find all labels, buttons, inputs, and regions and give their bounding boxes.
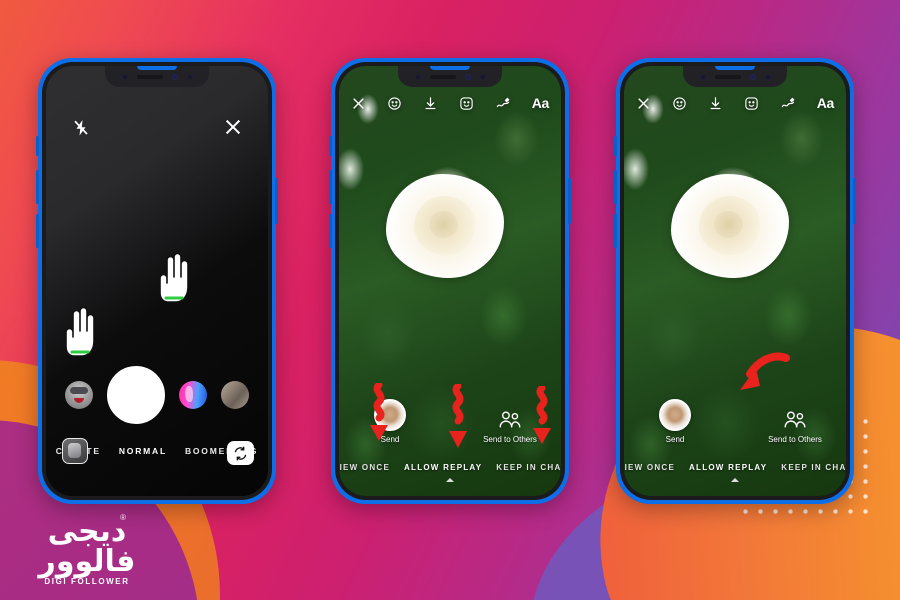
camera-filter-carousel (46, 366, 268, 424)
editor-toolbar: Aa (339, 90, 561, 116)
sensor-icon (699, 73, 706, 80)
speaker-icon (714, 74, 741, 79)
phone-power-button (853, 178, 856, 224)
phone-power-button (275, 178, 278, 224)
close-icon[interactable] (224, 118, 242, 136)
phone-volume-down-button (36, 214, 39, 248)
phone-volume-up-button (36, 170, 39, 204)
close-icon[interactable] (636, 96, 651, 111)
front-camera-icon (749, 73, 756, 80)
sticker-smiley-icon[interactable] (387, 96, 402, 111)
phone-volume-down-button (614, 214, 617, 248)
draw-icon[interactable] (780, 96, 796, 111)
white-rose-flower (385, 173, 504, 278)
watermark-brand-en: DIGI FOLLOWER (44, 577, 130, 586)
phone-power-button (568, 178, 571, 224)
camera-mode-normal[interactable]: NORMAL (110, 446, 176, 456)
proximity-sensor-icon (479, 73, 486, 80)
download-icon[interactable] (708, 96, 723, 111)
filter-neon[interactable] (179, 381, 207, 409)
option-view-once[interactable]: VIEW ONCE (624, 463, 682, 472)
proximity-sensor-icon (764, 73, 771, 80)
option-view-once[interactable]: VIEW ONCE (339, 463, 397, 472)
notch-tab (430, 66, 470, 70)
filter-face[interactable] (65, 381, 93, 409)
white-rose-flower (670, 173, 789, 278)
phone-mockup-preview-options: Aa Send Send to Others IEW ONCE ALLOW RE… (329, 58, 571, 504)
phone-mockup-preview-send: Aa Send Send to Others IEW ONCE ALLOW RE… (614, 58, 856, 504)
red-squiggle-arrow-allow-replay (445, 384, 471, 448)
front-camera-icon (464, 73, 471, 80)
gallery-button[interactable] (62, 438, 88, 464)
watermark-brand-fa: دیجی فالوور (38, 514, 137, 579)
hand-cursor-gallery (60, 306, 100, 358)
option-keep-in-chat[interactable]: KEEP IN CHAT (774, 463, 846, 472)
people-icon (494, 403, 526, 429)
camera-top-bar (46, 118, 268, 138)
red-squiggle-arrow-view-once (366, 383, 392, 441)
sticker-face-icon[interactable] (459, 96, 474, 111)
close-icon[interactable] (351, 96, 366, 111)
speaker-icon (136, 74, 163, 79)
speaker-icon (429, 74, 456, 79)
phone-volume-up-button (329, 170, 332, 204)
phone-bezel: CREATE NORMAL BOOMERANG (42, 62, 272, 500)
sensor-icon (121, 73, 128, 80)
filter-texture[interactable] (221, 381, 249, 409)
sensor-icon (414, 73, 421, 80)
story-options-row: VIEW ONCE ALLOW REPLAY KEEP IN CHAT (624, 463, 846, 472)
hand-cursor-shutter (154, 252, 194, 304)
phone2-screen: Aa Send Send to Others IEW ONCE ALLOW RE… (339, 66, 561, 496)
flash-off-icon[interactable] (72, 118, 90, 138)
phone-bezel: Aa Send Send to Others IEW ONCE ALLOW RE… (620, 62, 850, 500)
editor-toolbar: Aa (624, 90, 846, 116)
shutter-button[interactable] (107, 366, 165, 424)
text-icon[interactable]: Aa (817, 95, 835, 111)
option-allow-replay[interactable]: ALLOW REPLAY (397, 463, 489, 472)
story-options-row: VIEW ONCE ALLOW REPLAY KEEP IN CHAT (339, 463, 561, 472)
front-camera-icon (171, 73, 178, 80)
red-curved-arrow-send (706, 352, 792, 424)
phone-volume-down-button (329, 214, 332, 248)
send-button[interactable]: Send (638, 399, 712, 444)
option-allow-replay[interactable]: ALLOW REPLAY (682, 463, 774, 472)
registered-mark-icon: ® (120, 513, 126, 522)
notch-tab (137, 66, 177, 70)
draw-icon[interactable] (495, 96, 511, 111)
text-icon[interactable]: Aa (532, 95, 550, 111)
phone-bezel: Aa Send Send to Others IEW ONCE ALLOW RE… (335, 62, 565, 500)
phone-side-button (614, 136, 617, 156)
download-icon[interactable] (423, 96, 438, 111)
home-indicator-icon (731, 478, 739, 482)
notch-tab (715, 66, 755, 70)
watermark-logo: دیجی فالوور DIGI FOLLOWER ® (12, 513, 162, 586)
sticker-face-icon[interactable] (744, 96, 759, 111)
avatar (659, 399, 691, 431)
option-keep-in-chat[interactable]: KEEP IN CHAT (489, 463, 561, 472)
send-to-others-label: Send to Others (768, 435, 822, 444)
red-squiggle-arrow-keep-in-chat (529, 386, 555, 444)
flip-camera-button[interactable] (227, 441, 254, 465)
proximity-sensor-icon (186, 73, 193, 80)
phone-side-button (329, 136, 332, 156)
phone-mockup-camera: CREATE NORMAL BOOMERANG (36, 58, 278, 504)
phone3-screen: Aa Send Send to Others IEW ONCE ALLOW RE… (624, 66, 846, 496)
phone1-screen: CREATE NORMAL BOOMERANG (46, 66, 268, 496)
phone-volume-up-button (614, 170, 617, 204)
send-label: Send (665, 435, 685, 444)
sticker-smiley-icon[interactable] (672, 96, 687, 111)
home-indicator-icon (446, 478, 454, 482)
phone-side-button (36, 136, 39, 156)
